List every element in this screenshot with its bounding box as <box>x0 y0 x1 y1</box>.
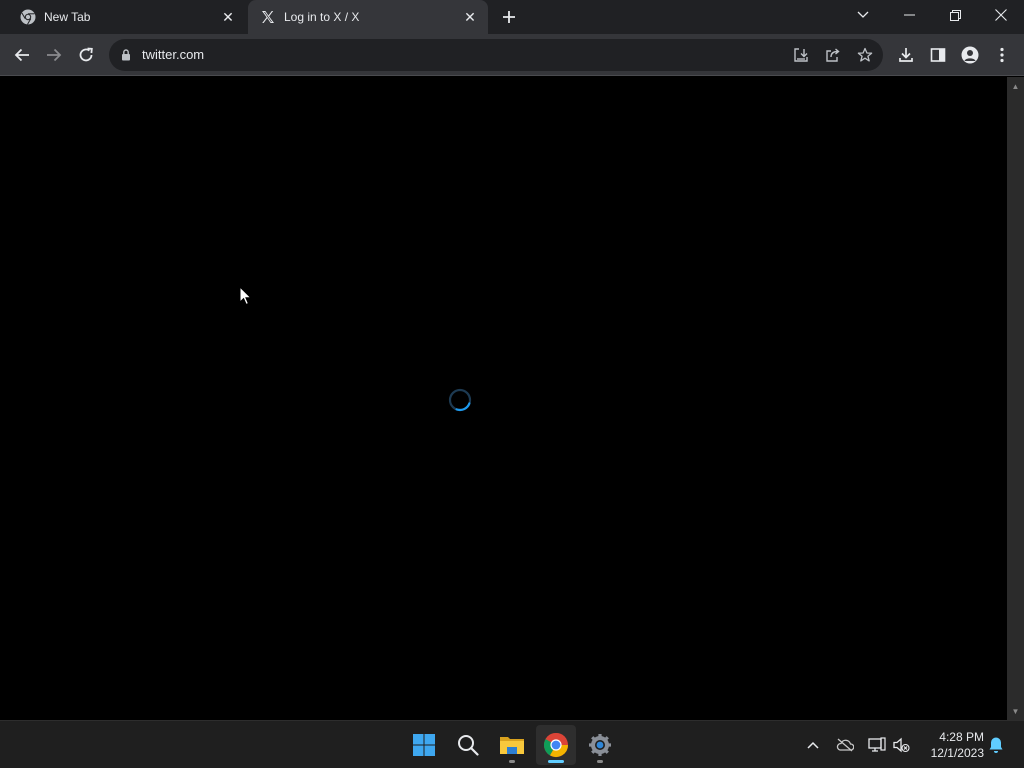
downloads-icon <box>899 48 913 62</box>
new-tab-button[interactable] <box>498 6 520 28</box>
tab-title: Log in to X / X <box>284 10 360 24</box>
chrome-icon <box>543 733 568 758</box>
mouse-cursor-icon <box>239 286 253 306</box>
bookmark-star-icon[interactable] <box>854 44 876 66</box>
windows-taskbar: 4:28 PM 12/1/2023 <box>0 720 1024 768</box>
back-icon <box>14 48 29 62</box>
tab-search-button[interactable] <box>840 0 886 30</box>
clock-time: 4:28 PM <box>939 730 984 744</box>
minimize-icon <box>903 14 915 16</box>
address-bar[interactable]: twitter.com <box>109 39 883 71</box>
settings-button[interactable] <box>580 725 620 765</box>
tab-new-tab[interactable]: New Tab ✕ <box>8 0 246 34</box>
menu-icon <box>1000 47 1004 63</box>
search-icon <box>458 735 479 756</box>
reload-icon <box>79 47 93 62</box>
windows-start-icon <box>413 734 435 756</box>
volume-muted-icon[interactable] <box>891 735 911 755</box>
plus-icon <box>503 11 515 23</box>
onedrive-icon[interactable] <box>835 735 855 755</box>
profile-icon <box>961 46 979 64</box>
folder-icon <box>500 737 524 754</box>
close-tab-icon[interactable]: ✕ <box>218 7 238 27</box>
side-panel-button[interactable] <box>922 39 954 71</box>
start-button[interactable] <box>404 725 444 765</box>
chevron-down-icon <box>857 11 869 18</box>
forward-button[interactable] <box>38 39 70 71</box>
install-app-icon[interactable] <box>790 44 812 66</box>
side-panel-icon <box>930 48 946 62</box>
running-indicator <box>597 760 603 763</box>
network-icon[interactable] <box>867 735 887 755</box>
tab-strip: New Tab ✕ Log in to X / X ✕ <box>0 0 1024 34</box>
x-logo-icon <box>260 9 276 25</box>
restore-button[interactable] <box>932 0 978 30</box>
file-explorer-button[interactable] <box>492 725 532 765</box>
restore-icon <box>949 9 961 21</box>
close-window-button[interactable] <box>978 0 1024 30</box>
reload-button[interactable] <box>70 39 102 71</box>
close-icon <box>995 9 1007 21</box>
page-content[interactable] <box>0 77 1007 720</box>
running-indicator <box>548 760 564 763</box>
share-icon[interactable] <box>822 44 844 66</box>
clock-date: 12/1/2023 <box>930 746 984 760</box>
downloads-button[interactable] <box>890 39 922 71</box>
menu-button[interactable] <box>986 39 1018 71</box>
gear-icon <box>589 734 611 756</box>
chevron-up-icon[interactable] <box>803 735 823 755</box>
scroll-up-arrow-icon[interactable]: ▲ <box>1007 79 1024 93</box>
profile-button[interactable] <box>954 39 986 71</box>
running-indicator <box>509 760 515 763</box>
system-clock[interactable]: 4:28 PM 12/1/2023 <box>920 729 984 761</box>
chrome-icon <box>20 9 36 25</box>
url-text[interactable]: twitter.com <box>142 47 204 62</box>
back-button[interactable] <box>6 39 38 71</box>
scroll-down-arrow-icon[interactable]: ▼ <box>1007 704 1024 718</box>
chrome-taskbar-button[interactable] <box>536 725 576 765</box>
loading-spinner-icon <box>448 388 472 412</box>
tab-log-in-to-x[interactable]: Log in to X / X ✕ <box>248 0 488 34</box>
tab-title: New Tab <box>44 10 91 24</box>
close-tab-icon[interactable]: ✕ <box>460 7 480 27</box>
browser-toolbar: twitter.com <box>0 34 1024 76</box>
vertical-scrollbar[interactable]: ▲ ▼ <box>1007 77 1024 720</box>
search-button[interactable] <box>448 725 488 765</box>
notification-bell-icon[interactable] <box>986 735 1006 755</box>
minimize-button[interactable] <box>886 0 932 30</box>
forward-icon <box>47 48 62 62</box>
lock-icon[interactable] <box>119 48 133 62</box>
